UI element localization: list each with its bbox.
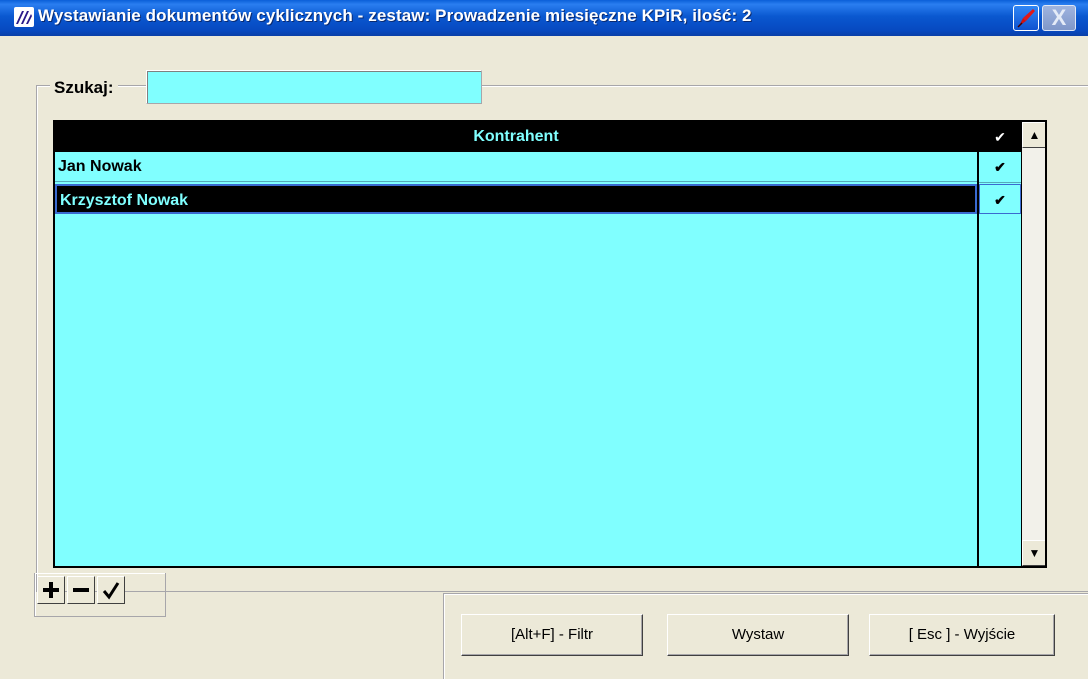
scroll-up-icon[interactable]: ▲ [1022, 122, 1045, 148]
help-pen-icon[interactable] [1013, 5, 1039, 31]
check-toggle-icon [102, 582, 120, 600]
column-header-check[interactable]: ✔ [979, 122, 1021, 152]
remove-row-button[interactable] [67, 576, 95, 604]
row-check-icon[interactable]: ✔ [979, 184, 1021, 214]
row-check-icon[interactable]: ✔ [979, 152, 1021, 183]
toggle-check-button[interactable] [97, 576, 125, 604]
contractor-grid[interactable]: Kontrahent ✔ Jan Nowak ✔ Krzysztof Nowak… [53, 120, 1047, 568]
issue-button[interactable]: Wystaw [667, 614, 849, 656]
add-row-button[interactable] [37, 576, 65, 604]
app-icon[interactable] [14, 7, 34, 27]
minus-icon [73, 588, 89, 592]
exit-button[interactable]: [ Esc ] - Wyjście [869, 614, 1055, 656]
vertical-scrollbar[interactable]: ▲ ▼ [1022, 122, 1045, 566]
filter-button[interactable]: [Alt+F] - Filtr [461, 614, 643, 656]
table-row-selected[interactable]: Krzysztof Nowak [55, 184, 977, 214]
title-bar: Wystawianie dokumentów cyklicznych - zes… [0, 0, 1088, 36]
close-button[interactable]: X [1042, 5, 1076, 31]
close-icon: X [1051, 5, 1067, 30]
window-title: Wystawianie dokumentów cyklicznych - zes… [38, 6, 752, 25]
plus-icon [43, 582, 59, 598]
search-label: Szukaj: [50, 78, 118, 98]
scroll-down-icon[interactable]: ▼ [1022, 540, 1045, 566]
table-row[interactable]: Jan Nowak [55, 152, 977, 182]
search-input[interactable] [146, 70, 482, 104]
column-header-kontrahent[interactable]: Kontrahent [55, 122, 977, 152]
